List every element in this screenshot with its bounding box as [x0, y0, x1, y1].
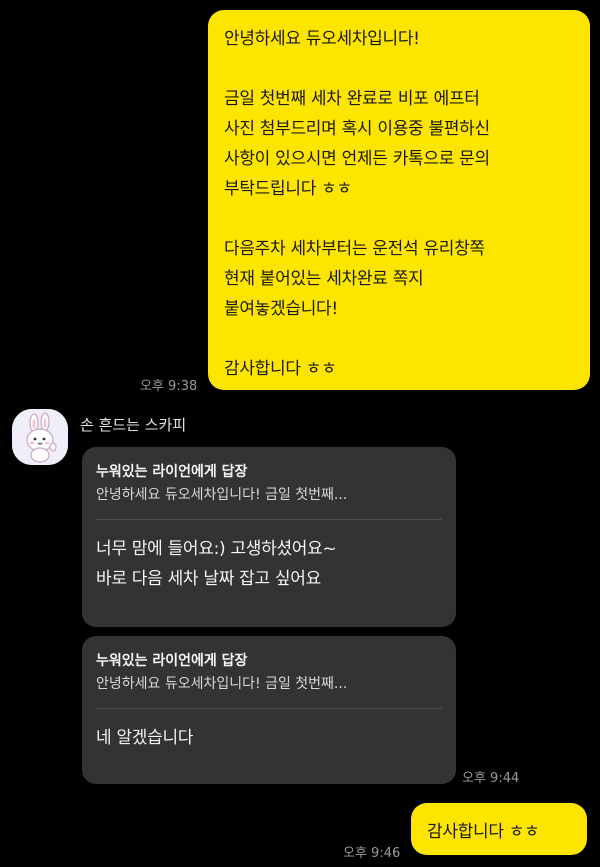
- sender-name: 손 흔드는 스카피: [80, 416, 187, 434]
- message-timestamp: 오후 9:46: [343, 846, 401, 861]
- message-text: 너무 맘에 들어요:) 고생하셨어요~ 바로 다음 세차 날짜 잡고 싶어요: [96, 539, 337, 589]
- incoming-message-bubble[interactable]: 누워있는 라이언에게 답장 안녕하세요 듀오세차입니다! 금일 첫번째... 너…: [82, 447, 456, 627]
- reply-divider: [96, 708, 442, 709]
- outgoing-message-bubble[interactable]: 감사합니다 ㅎㅎ: [411, 803, 587, 855]
- incoming-message-bubble[interactable]: 누워있는 라이언에게 답장 안녕하세요 듀오세차입니다! 금일 첫번째... 네…: [82, 636, 456, 784]
- message-paragraph: 감사합니다 ㅎㅎ: [224, 359, 337, 379]
- bunny-avatar-icon: [12, 409, 68, 465]
- message-paragraph: 안녕하세요 듀오세차입니다!: [224, 29, 420, 49]
- sender-avatar[interactable]: [12, 409, 68, 465]
- message-text: 네 알겠습니다: [96, 728, 194, 748]
- outgoing-message-bubble[interactable]: 안녕하세요 듀오세차입니다! 금일 첫번째 세차 완료로 비포 에프터 사진 첨…: [208, 10, 590, 390]
- message-timestamp: 오후 9:38: [140, 379, 198, 394]
- reply-quote[interactable]: 안녕하세요 듀오세차입니다! 금일 첫번째...: [96, 672, 442, 696]
- message-paragraph: 다음주차 세차부터는 운전석 유리창쪽 현재 붙어있는 세차완료 쪽지 붙여놓겠…: [224, 239, 485, 319]
- reply-header: 누워있는 라이언에게 답장: [96, 464, 248, 480]
- message-paragraph: 금일 첫번째 세차 완료로 비포 에프터 사진 첨부드리며 혹시 이용중 불편하…: [224, 89, 490, 199]
- reply-divider: [96, 519, 442, 520]
- reply-quote[interactable]: 안녕하세요 듀오세차입니다! 금일 첫번째...: [96, 483, 442, 507]
- message-text: 감사합니다 ㅎㅎ: [427, 821, 540, 842]
- reply-header: 누워있는 라이언에게 답장: [96, 653, 248, 669]
- message-timestamp: 오후 9:44: [462, 771, 520, 786]
